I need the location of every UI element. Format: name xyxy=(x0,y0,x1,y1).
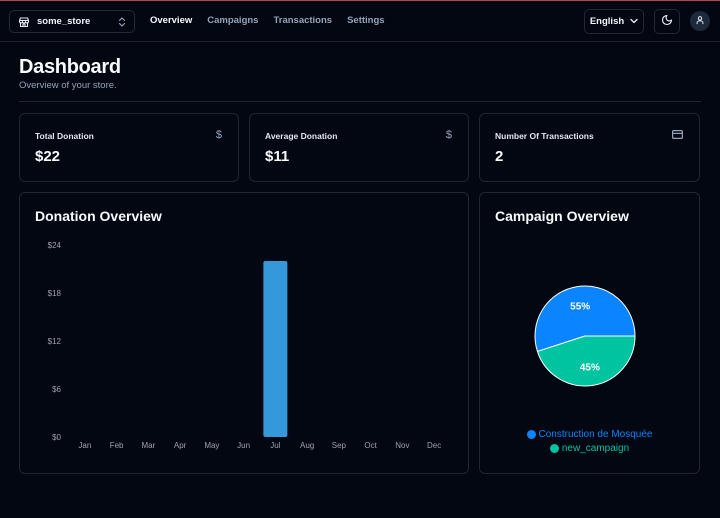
top-navbar: some_store Overview Campaigns Transactio… xyxy=(0,1,720,42)
legend-swatch xyxy=(526,429,536,439)
legend-label: new_campaign xyxy=(561,442,630,454)
y-tick-label: $12 xyxy=(48,337,62,346)
legend-item[interactable]: Construction de Mosquée xyxy=(480,427,699,441)
dollar-icon: $ xyxy=(215,129,222,141)
pie-slice-label: 55% xyxy=(570,301,590,312)
store-name: some_store xyxy=(37,16,91,27)
x-tick-label: Mar xyxy=(141,441,155,450)
moon-icon xyxy=(661,13,673,31)
legend-label: Construction de Mosquée xyxy=(538,428,653,440)
y-tick-label: $0 xyxy=(52,433,61,442)
store-icon xyxy=(18,16,30,28)
user-menu-button[interactable] xyxy=(690,11,710,31)
credit-card-icon xyxy=(672,130,684,142)
x-tick-label: Apr xyxy=(174,441,187,450)
page-subtitle: Overview of your store. xyxy=(19,80,117,91)
x-tick-label: Feb xyxy=(110,441,124,450)
nav-link-transactions[interactable]: Transactions xyxy=(273,15,332,26)
donation-overview-card: Donation Overview $0 $6 $12 $18 $24 Jan Feb Mar… xyxy=(19,192,469,474)
legend-swatch xyxy=(549,443,559,453)
theme-toggle-button[interactable] xyxy=(654,9,680,34)
stat-value: 2 xyxy=(495,148,504,165)
y-tick-label: $24 xyxy=(48,241,62,250)
campaign-overview-card: Campaign Overview 55% 45% Construction de… xyxy=(479,192,700,474)
stat-label: Number Of Transactions xyxy=(495,131,594,141)
stat-card-total-donation: Total Donation $ $22 xyxy=(19,113,239,182)
nav-link-campaigns[interactable]: Campaigns xyxy=(207,15,258,26)
language-select[interactable]: English xyxy=(584,9,644,34)
x-tick-label: Jan xyxy=(78,441,91,450)
language-label: English xyxy=(589,16,625,27)
legend-item[interactable]: new_campaign xyxy=(480,441,699,455)
nav-link-settings[interactable]: Settings xyxy=(347,15,384,26)
header-divider xyxy=(19,101,701,102)
stat-value: $11 xyxy=(265,148,290,165)
y-tick-label: $6 xyxy=(52,385,61,394)
x-tick-label: Sep xyxy=(332,441,347,450)
x-tick-label: Jul xyxy=(270,441,280,450)
chevrons-up-down-icon xyxy=(118,16,126,27)
pie-legend: Construction de Mosquée new_campaign xyxy=(480,427,699,455)
x-tick-label: Dec xyxy=(427,441,441,450)
nav-link-overview[interactable]: Overview xyxy=(150,15,192,26)
page-title: Dashboard xyxy=(19,56,121,78)
stat-value: $22 xyxy=(35,148,61,165)
donation-bar-chart: $0 $6 $12 $18 $24 Jan Feb Mar Apr May Jun Jul Aug Sep… xyxy=(48,241,442,450)
dollar-icon: $ xyxy=(445,129,452,141)
main-nav: Overview Campaigns Transactions Settings xyxy=(150,15,385,26)
x-tick-label: Aug xyxy=(300,441,314,450)
store-switcher[interactable]: some_store xyxy=(9,10,135,33)
x-tick-label: May xyxy=(204,441,219,450)
bar-jul[interactable] xyxy=(263,261,288,437)
stat-card-average-donation: Average Donation $ $11 xyxy=(249,113,469,182)
x-tick-label: Nov xyxy=(395,441,409,450)
x-tick-label: Oct xyxy=(364,441,377,450)
chevron-down-icon xyxy=(630,16,638,27)
user-icon xyxy=(695,12,705,30)
stat-card-transactions: Number Of Transactions 2 xyxy=(479,113,700,182)
x-tick-label: Jun xyxy=(237,441,250,450)
stat-label: Average Donation xyxy=(265,131,338,141)
pie-slice-label: 45% xyxy=(580,363,600,374)
stat-label: Total Donation xyxy=(35,131,94,141)
y-tick-label: $18 xyxy=(48,289,62,298)
